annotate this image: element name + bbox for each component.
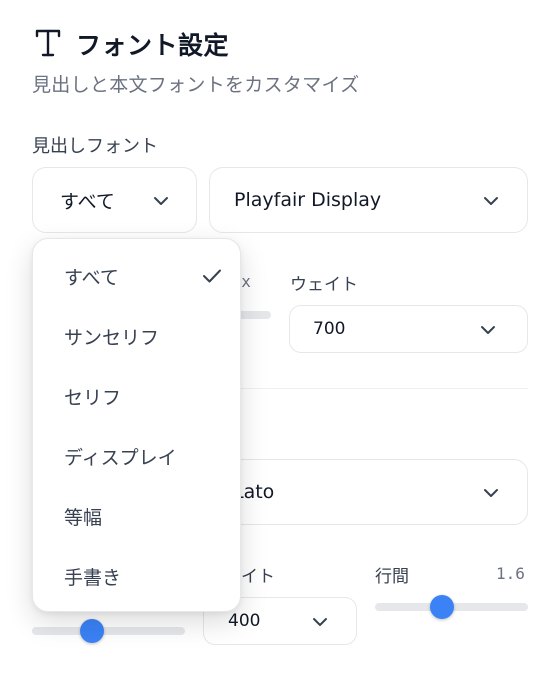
heading-font-select[interactable]: Playfair Display: [209, 167, 528, 233]
line-height-label: 行間: [375, 567, 409, 587]
dropdown-option-sans-serif[interactable]: サンセリフ: [33, 306, 240, 366]
category-dropdown-menu: すべて サンセリフ セリフ ディスプレイ 等幅 手書き: [32, 238, 241, 612]
dropdown-option-label: 等幅: [64, 506, 103, 529]
text-type-icon: [35, 29, 61, 57]
heading-category-value: すべて: [60, 190, 115, 213]
dropdown-option-label: サンセリフ: [64, 326, 160, 349]
dropdown-option-handwriting[interactable]: 手書き: [33, 546, 240, 606]
heading-category-select[interactable]: すべて: [32, 167, 197, 233]
dropdown-option-label: セリフ: [64, 386, 122, 409]
line-height-value: 1.6: [496, 564, 525, 583]
heading-font-label: 見出しフォント: [32, 136, 158, 157]
body-weight-value: 400: [228, 611, 261, 631]
page-title: フォント設定: [76, 31, 230, 60]
check-icon: [203, 269, 221, 283]
chevron-down-icon: [313, 618, 327, 626]
line-height-slider-thumb[interactable]: [430, 595, 455, 619]
dropdown-option-monospace[interactable]: 等幅: [33, 486, 240, 546]
chevron-down-icon: [154, 197, 168, 205]
dropdown-option-serif[interactable]: セリフ: [33, 366, 240, 426]
heading-weight-label: ウェイト: [290, 275, 358, 295]
dropdown-option-label: すべて: [64, 266, 119, 289]
body-size-slider-track[interactable]: [32, 627, 185, 635]
body-size-slider-thumb[interactable]: [79, 619, 104, 643]
heading-font-value: Playfair Display: [234, 189, 382, 211]
page-subtitle: 見出しと本文フォントをカスタマイズ: [32, 74, 360, 96]
chevron-down-icon: [481, 326, 495, 334]
heading-weight-select[interactable]: 700: [289, 305, 528, 353]
chevron-down-icon: [484, 489, 498, 497]
dropdown-option-label: 手書き: [64, 566, 122, 589]
dropdown-option-display[interactable]: ディスプレイ: [33, 426, 240, 486]
heading-weight-value: 700: [313, 319, 346, 339]
dropdown-option-label: ディスプレイ: [64, 446, 177, 469]
dropdown-option-all[interactable]: すべて: [33, 246, 240, 306]
body-weight-label: イト: [241, 567, 275, 587]
chevron-down-icon: [484, 197, 498, 205]
